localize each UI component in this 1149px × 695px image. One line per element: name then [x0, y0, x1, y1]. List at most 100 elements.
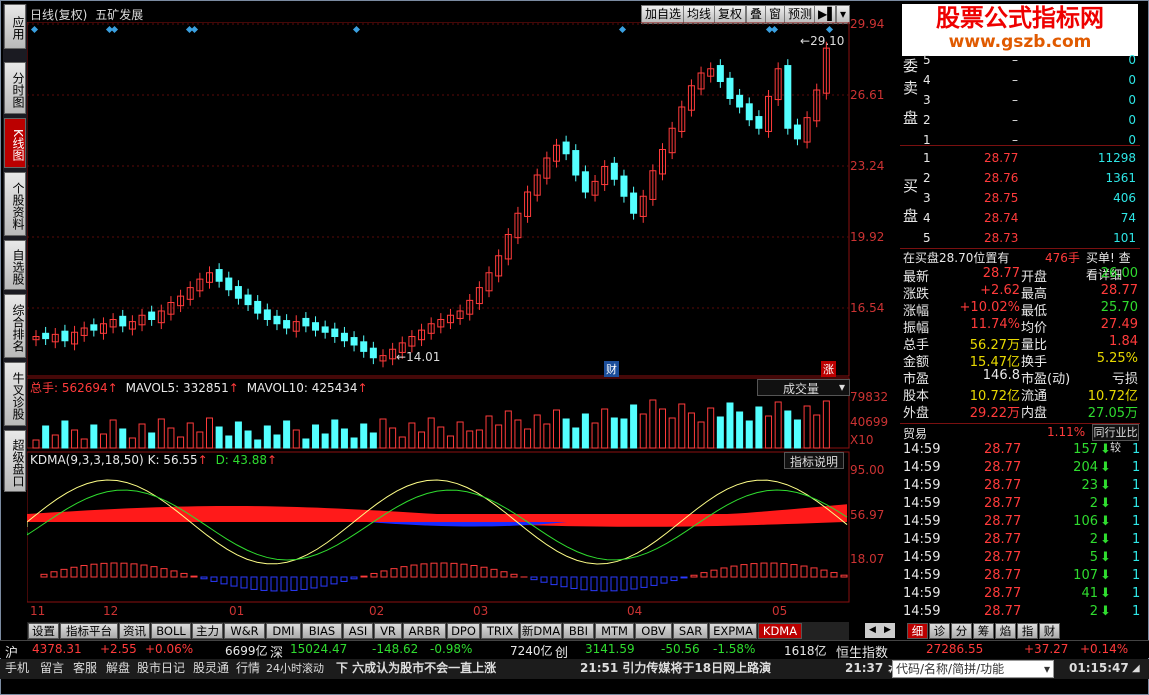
tab-sar[interactable]: SAR	[673, 623, 708, 639]
volume-bar	[822, 400, 830, 449]
sell-price: –	[1012, 93, 1018, 107]
sell-level-row[interactable]: 2 – 0	[900, 113, 1140, 130]
nav-diagnosis[interactable]: 牛叉诊股	[4, 362, 26, 426]
nav-apps[interactable]: 应用	[4, 4, 26, 49]
indicator-help-button[interactable]: 指标说明	[784, 452, 845, 469]
sell-level: 5	[923, 53, 931, 67]
news-ticker-1[interactable]: 下 六成认为股市不会一直上涨	[336, 661, 496, 677]
trade-row: 14:59 28.77 2 ⬇ 1	[900, 496, 1140, 513]
volume-bar	[148, 432, 156, 449]
tab-新dma[interactable]: 新DMA	[520, 623, 562, 639]
tab-dmi[interactable]: DMI	[266, 623, 301, 639]
buy-level-row[interactable]: 1 28.77 11298	[900, 151, 1140, 168]
right-tab-6[interactable]: 财	[1039, 623, 1060, 639]
nav-super-book[interactable]: 超级盘口	[4, 430, 26, 492]
sell-level-row[interactable]: 1 – 0	[900, 133, 1140, 150]
candle-body	[630, 192, 638, 214]
nav-stock-info[interactable]: 个股资料	[4, 172, 26, 236]
volume-bar	[813, 414, 821, 449]
volume-bar	[514, 419, 522, 449]
trade-time: 14:59	[903, 496, 941, 511]
down-arrow-icon: ⬇	[1100, 514, 1111, 529]
analysis-button[interactable]: 解盘	[106, 661, 130, 677]
tab-boll[interactable]: BOLL	[151, 623, 191, 639]
volume-bar	[119, 428, 127, 449]
volume-bar	[263, 425, 271, 449]
tab-bias[interactable]: BIAS	[302, 623, 342, 639]
buy-level-row[interactable]: 5 28.73 101	[900, 231, 1140, 248]
kdma-histogram-bar	[590, 576, 598, 592]
finance-marker[interactable]: 财	[604, 361, 619, 377]
tab-scroll-right-icon[interactable]: ▶	[880, 623, 895, 638]
trade-price: 28.77	[984, 442, 1022, 457]
tab-arbr[interactable]: ARBR	[403, 623, 446, 639]
big-order-notice[interactable]: 在买盘28.70位置有 476手 买单! 查看详细	[900, 248, 1140, 282]
tab-scroll-left-icon[interactable]: ◀	[865, 623, 880, 638]
kdma-histogram-bar	[100, 562, 108, 578]
quote-value: 1.84	[1109, 334, 1138, 349]
buy-level-row[interactable]: 4 28.74 74	[900, 211, 1140, 228]
message-button[interactable]: 留言	[40, 661, 64, 677]
quote-value: 27.49	[1100, 317, 1138, 332]
tab-mtm[interactable]: MTM	[595, 623, 634, 639]
tab-trix[interactable]: TRIX	[481, 623, 519, 639]
code-search-input[interactable]: 代码/名称/简拼/功能 ▾	[892, 660, 1054, 678]
news-ticker-2[interactable]: 21:51 引力传媒将于18日网上路演	[580, 661, 771, 677]
right-tab-5[interactable]: 指	[1017, 623, 1038, 639]
event-marker	[190, 25, 199, 34]
sell-price: –	[1012, 113, 1018, 127]
tab-设置[interactable]: 设置	[28, 623, 59, 639]
service-button[interactable]: 客服	[73, 661, 97, 677]
nav-intraday-chart[interactable]: 分时图	[4, 62, 26, 114]
tab-expma[interactable]: EXPMA	[709, 623, 757, 639]
sell-level-row[interactable]: 5 – 0	[900, 53, 1140, 70]
tab-w&r[interactable]: W&R	[224, 623, 265, 639]
tab-asi[interactable]: ASI	[343, 623, 373, 639]
volume-indicator-select[interactable]: 成交量 ▾	[757, 379, 850, 396]
news-ticker-3[interactable]: 21:37 ≯	[845, 661, 897, 677]
sell-volume: 0	[1128, 73, 1136, 87]
right-tab-0[interactable]: 细	[907, 623, 928, 639]
nav-watchlist[interactable]: 自选股	[4, 240, 26, 290]
tab-obv[interactable]: OBV	[635, 623, 672, 639]
sell-level-row[interactable]: 3 – 0	[900, 93, 1140, 110]
mobile-button[interactable]: 手机	[5, 661, 29, 677]
search-dropdown-icon[interactable]: ▾	[1044, 661, 1050, 678]
tab-指标平台[interactable]: 指标平台	[60, 623, 118, 639]
mavol5: MAVOL5: 332851	[125, 381, 229, 395]
buy-level-row[interactable]: 3 28.75 406	[900, 191, 1140, 208]
stock-genie-button[interactable]: 股灵通	[193, 661, 229, 677]
right-tab-4[interactable]: 焰	[995, 623, 1016, 639]
kdma-histogram-bar	[750, 563, 758, 578]
tab-kdma[interactable]: KDMA	[758, 623, 802, 639]
tab-资讯[interactable]: 资讯	[119, 623, 150, 639]
quotes-button[interactable]: 行情	[236, 661, 260, 677]
kdma-histogram-bar	[530, 576, 538, 581]
sell-level: 3	[923, 93, 931, 107]
kdma-histogram-bar	[300, 576, 308, 590]
industry-compare-button[interactable]: 同行业比较	[1092, 424, 1139, 454]
candle-body	[225, 277, 233, 291]
right-tab-3[interactable]: 筹	[973, 623, 994, 639]
nav-kline-chart[interactable]: K线图	[4, 118, 26, 168]
candle-body	[312, 322, 320, 331]
tab-vr[interactable]: VR	[374, 623, 402, 639]
right-tab-2[interactable]: 分	[951, 623, 972, 639]
buy-level-row[interactable]: 2 28.76 1361	[900, 171, 1140, 188]
tab-主力[interactable]: 主力	[192, 623, 223, 639]
trade-time: 14:59	[903, 550, 941, 565]
kdma-tick: 56.97	[850, 508, 885, 522]
tab-bbi[interactable]: BBI	[563, 623, 594, 639]
kdma-histogram-bar	[210, 576, 218, 582]
candle-body	[610, 162, 618, 180]
news-scroll-button[interactable]: 24小时滚动	[266, 661, 324, 677]
nav-rankings[interactable]: 综合排名	[4, 294, 26, 358]
kdma-histogram-bar	[400, 566, 408, 578]
right-tab-1[interactable]: 诊	[929, 623, 950, 639]
sell-level-row[interactable]: 4 – 0	[900, 73, 1140, 90]
diary-button[interactable]: 股市日记	[137, 661, 185, 677]
kdma-histogram-bar	[770, 562, 778, 578]
tab-dpo[interactable]: DPO	[447, 623, 480, 639]
limit-up-marker[interactable]: 涨	[821, 361, 836, 377]
volume-bar	[340, 428, 348, 449]
